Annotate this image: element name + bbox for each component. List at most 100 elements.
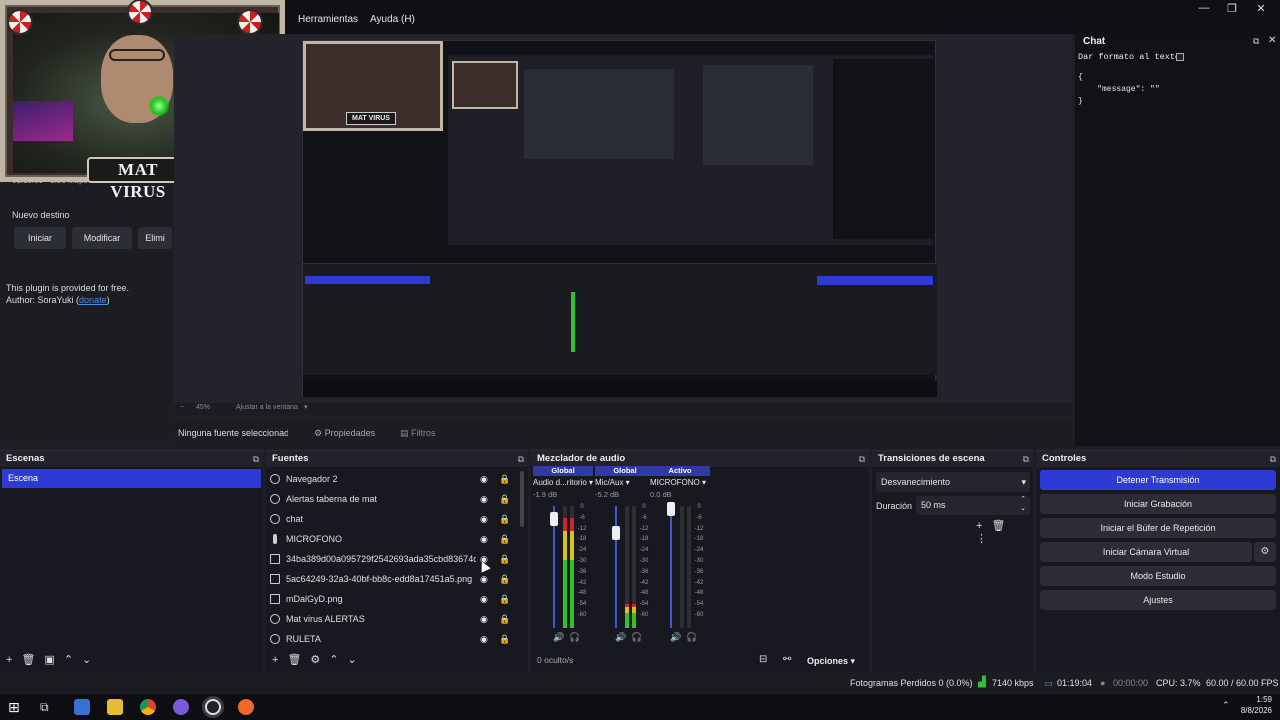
- modify-button[interactable]: Modificar: [72, 227, 132, 249]
- channel-name[interactable]: Mic/Aux ▾: [595, 476, 655, 490]
- zoom-out-icon[interactable]: −: [180, 404, 184, 411]
- scene-item-escena[interactable]: Escena: [2, 469, 261, 488]
- fit-window-label[interactable]: Ajustar a la ventana: [236, 404, 298, 411]
- volume-fader-track[interactable]: [615, 506, 617, 628]
- file-explorer-icon[interactable]: [107, 699, 123, 715]
- source-item[interactable]: 5ac64249-32a3-40bf-bb8c-edd8a17451a5.png…: [266, 569, 528, 589]
- close-dock-icon[interactable]: ✕: [1268, 35, 1276, 46]
- lock-icon[interactable]: 🔒: [499, 529, 510, 549]
- trash-icon[interactable]: 🗑: [287, 654, 301, 666]
- float-dock-icon[interactable]: ⧉: [1023, 451, 1029, 467]
- source-item[interactable]: Navegador 2 ◉ 🔒: [266, 469, 528, 489]
- app-icon[interactable]: [238, 699, 254, 715]
- arrow-up-icon[interactable]: ⌃: [64, 654, 73, 666]
- volume-fader-knob[interactable]: [612, 526, 620, 541]
- task-view-icon[interactable]: ⧉: [40, 699, 56, 715]
- add-icon[interactable]: +: [6, 654, 12, 666]
- layout-icon[interactable]: ⊟: [759, 654, 767, 665]
- transition-select[interactable]: Desvanecimiento ▾: [876, 472, 1030, 492]
- visibility-eye-icon[interactable]: ◉: [480, 469, 488, 489]
- clock-date[interactable]: 8/8/2026: [1232, 706, 1272, 715]
- filters-button[interactable]: ▤ Filtros: [400, 424, 460, 442]
- start-recording-button[interactable]: Iniciar Grabación: [1040, 494, 1276, 514]
- trash-icon[interactable]: 🗑: [991, 520, 1005, 532]
- discord-icon[interactable]: [173, 699, 189, 715]
- clock-time[interactable]: 1:59: [1242, 695, 1272, 704]
- monitor-headphones-icon[interactable]: 🎧: [569, 632, 580, 643]
- gear-icon[interactable]: ⚙: [310, 654, 320, 666]
- volume-fader-track[interactable]: [670, 506, 672, 628]
- arrow-down-icon[interactable]: ⌄: [82, 654, 91, 666]
- volume-fader-knob[interactable]: [667, 502, 675, 516]
- volume-fader-knob[interactable]: [550, 511, 558, 526]
- mute-speaker-icon[interactable]: 🔊: [670, 632, 681, 643]
- donate-link[interactable]: donate: [79, 295, 107, 305]
- visibility-eye-icon[interactable]: ◉: [480, 489, 488, 509]
- float-dock-icon[interactable]: ⧉: [859, 451, 865, 467]
- more-options-icon[interactable]: ⋮: [976, 533, 987, 545]
- channel-name[interactable]: Audio d...ritorio ▾: [533, 476, 593, 490]
- trash-icon[interactable]: 🗑: [21, 654, 35, 666]
- stop-streaming-button[interactable]: Detener Transmisión: [1040, 470, 1276, 490]
- db-tick: -6: [579, 514, 585, 521]
- sources-scrollbar[interactable]: [520, 471, 524, 527]
- studio-mode-button[interactable]: Modo Estudio: [1040, 566, 1276, 586]
- arrow-up-icon[interactable]: ⌃: [329, 654, 338, 666]
- lock-icon[interactable]: 🔒: [499, 569, 510, 589]
- arrow-down-icon[interactable]: ⌄: [348, 654, 357, 666]
- mute-speaker-icon[interactable]: 🔊: [553, 632, 564, 643]
- settings-button[interactable]: Ajustes: [1040, 590, 1276, 610]
- float-dock-icon[interactable]: ⧉: [1270, 451, 1276, 467]
- obs-icon[interactable]: [205, 699, 221, 715]
- visibility-eye-icon[interactable]: ◉: [480, 609, 488, 629]
- menu-ayuda[interactable]: Ayuda (H): [370, 14, 415, 25]
- visibility-eye-icon[interactable]: ◉: [480, 509, 488, 529]
- source-item[interactable]: Mat virus ALERTAS ◉ 🔒: [266, 609, 528, 629]
- start-replay-buffer-button[interactable]: Iniciar el Búfer de Repetición: [1040, 518, 1276, 538]
- lock-icon[interactable]: 🔒: [499, 549, 510, 569]
- duration-spinbox[interactable]: 50 ms ⌃ ⌄: [916, 496, 1030, 515]
- float-dock-icon[interactable]: ⧉: [518, 451, 524, 467]
- source-item[interactable]: mDalGyD.png ◉ 🔒: [266, 589, 528, 609]
- properties-button[interactable]: ⚙ Propiedades: [314, 424, 388, 442]
- start-button[interactable]: Iniciar: [14, 227, 66, 249]
- add-icon[interactable]: +: [976, 520, 982, 532]
- close-icon[interactable]: ✕: [1249, 2, 1273, 15]
- visibility-eye-icon[interactable]: ◉: [480, 529, 488, 549]
- channel-name[interactable]: MICROFONO ▾: [650, 476, 710, 490]
- mute-speaker-icon[interactable]: 🔊: [615, 632, 626, 643]
- source-item[interactable]: Alertas taberna de mat ◉ 🔒: [266, 489, 528, 509]
- lock-icon[interactable]: 🔒: [499, 589, 510, 609]
- lock-icon[interactable]: 🔒: [499, 509, 510, 529]
- delete-button[interactable]: Elimi: [138, 227, 172, 249]
- float-dock-icon[interactable]: ⧉: [253, 451, 259, 467]
- visibility-eye-icon[interactable]: ◉: [480, 589, 488, 609]
- chevron-down-icon[interactable]: ▾: [304, 403, 308, 411]
- lock-icon[interactable]: 🔒: [499, 609, 510, 629]
- add-icon[interactable]: +: [272, 654, 278, 666]
- visibility-eye-icon[interactable]: ◉: [480, 629, 488, 649]
- start-virtual-camera-button[interactable]: Iniciar Cámara Virtual: [1040, 542, 1252, 562]
- float-dock-icon[interactable]: ⧉: [1253, 36, 1259, 47]
- virtual-camera-settings-gear-icon[interactable]: ⚙: [1254, 542, 1276, 562]
- filter-icon[interactable]: ▣: [44, 654, 54, 666]
- lock-icon[interactable]: 🔒: [499, 489, 510, 509]
- format-text-checkbox[interactable]: [1176, 53, 1184, 61]
- lock-icon[interactable]: 🔒: [499, 629, 510, 649]
- monitor-headphones-icon[interactable]: 🎧: [631, 632, 642, 643]
- monitor-headphones-icon[interactable]: 🎧: [686, 632, 697, 643]
- spin-arrows-icon[interactable]: ⌃ ⌄: [1020, 495, 1026, 513]
- tray-chevron-icon[interactable]: ⌃: [1222, 700, 1230, 711]
- lock-icon[interactable]: 🔒: [499, 469, 510, 489]
- minimize-icon[interactable]: —: [1192, 2, 1216, 14]
- mixer-options-button[interactable]: Opciones ▾: [801, 653, 861, 669]
- calculator-icon[interactable]: [74, 699, 90, 715]
- menu-herramientas[interactable]: Herramientas: [298, 14, 358, 25]
- source-item[interactable]: chat ◉ 🔒: [266, 509, 528, 529]
- windows-start-icon[interactable]: ⊞: [8, 699, 24, 715]
- link-icon[interactable]: ⚯: [783, 654, 791, 665]
- chrome-icon[interactable]: [140, 699, 156, 715]
- restore-icon[interactable]: ❐: [1220, 2, 1244, 15]
- source-item[interactable]: RULETA ◉ 🔒: [266, 629, 528, 649]
- source-item[interactable]: MICROFONO ◉ 🔒: [266, 529, 528, 549]
